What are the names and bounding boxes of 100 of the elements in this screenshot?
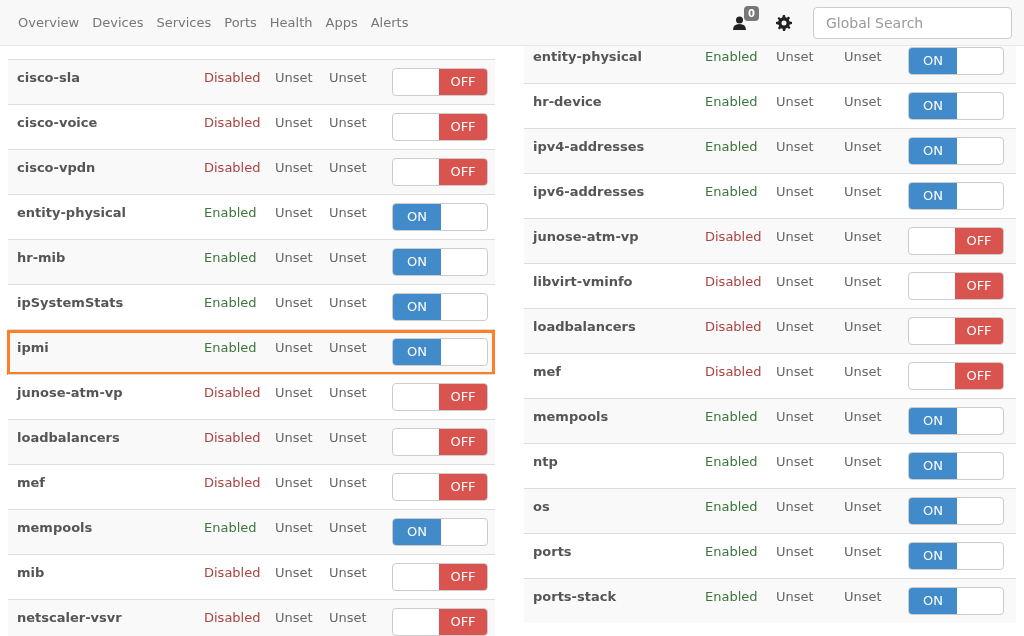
module-name: os [532,498,551,516]
toggle-switch[interactable]: ON [908,497,1004,525]
status-text: Disabled [204,69,262,87]
status-text: Enabled [204,339,258,357]
nav-link[interactable]: Health [269,12,313,33]
toggle-switch[interactable]: ON [908,182,1004,210]
status-text: Enabled [705,408,759,426]
table-cell-text: Unset [329,69,368,87]
toggle-switch[interactable]: OFF [392,113,488,141]
status-text: Disabled [705,318,763,336]
toggle-switch[interactable]: ON [392,203,488,231]
notification-count: 0 [744,5,759,21]
table-cell-text: Unset [329,339,368,357]
toggle-switch[interactable]: OFF [908,317,1004,345]
toggle-switch[interactable]: OFF [392,473,488,501]
table-cell-text: Unset [329,429,368,447]
module-name: mempools [16,519,94,537]
module-name: ipSystemStats [16,294,125,312]
nav-link[interactable]: Alerts [370,12,409,33]
toggle-switch[interactable]: ON [908,452,1004,480]
status-text: Enabled [705,93,759,111]
toggle-switch[interactable]: OFF [908,272,1004,300]
status-text: Enabled [204,294,258,312]
status-text: Disabled [705,228,763,246]
nav-link[interactable]: Devices [92,12,144,33]
status-text: Disabled [204,564,262,582]
status-text: Disabled [204,474,262,492]
table-cell-text: Unset [776,543,815,561]
toggle-switch[interactable]: ON [908,92,1004,120]
toggle-switch[interactable]: ON [392,293,488,321]
table-cell-text: Unset [776,93,815,111]
module-name: cisco-sla [16,69,81,87]
toggle-switch[interactable]: OFF [392,608,488,636]
module-name: cisco-voice [16,114,99,132]
module-name: loadbalancers [532,318,637,336]
module-name: cisco-vpdn [16,159,97,177]
table-cell-text: Unset [844,93,883,111]
table-cell-text: Unset [844,543,883,561]
toggle-switch[interactable]: OFF [908,362,1004,390]
module-name: mib [16,564,46,582]
table-cell-text: Unset [329,114,368,132]
nav-link[interactable]: Ports [224,12,257,33]
table-cell-text: Unset [776,498,815,516]
table-cell-text: Unset [844,138,883,156]
table-cell-text: Unset [275,159,314,177]
table-cell-text: Unset [329,519,368,537]
status-text: Enabled [705,138,759,156]
user-icon[interactable] [733,15,746,30]
toggle-switch[interactable]: OFF [392,428,488,456]
toggle-switch[interactable]: ON [908,407,1004,435]
status-text: Enabled [705,48,759,66]
table-cell-text: Unset [275,474,314,492]
table-cell-text: Unset [776,48,815,66]
module-name: mempools [532,408,610,426]
toggle-switch[interactable]: OFF [392,383,488,411]
module-name: hr-mib [16,249,67,267]
table-cell-text: Unset [275,519,314,537]
toggle-switch[interactable]: ON [908,47,1004,75]
table-cell-text: Unset [844,408,883,426]
toggle-switch[interactable]: ON [392,338,488,366]
status-text: Enabled [705,543,759,561]
toggle-switch[interactable]: ON [908,587,1004,615]
table-cell-text: Unset [844,183,883,201]
toggle-switch[interactable]: OFF [908,227,1004,255]
status-text: Disabled [204,159,262,177]
table-cell-text: Unset [275,69,314,87]
table-cell-text: Unset [275,204,314,222]
module-name: entity-physical [532,48,643,66]
nav-link[interactable]: Overview [18,12,80,33]
toggle-switch[interactable]: OFF [392,158,488,186]
table-cell-text: Unset [844,228,883,246]
table-cell-text: Unset [329,159,368,177]
table-cell-text: Unset [776,273,815,291]
nav-link[interactable]: Services [156,12,212,33]
nav-link[interactable]: Apps [325,12,358,33]
module-name: ports-stack [532,588,618,606]
toggle-switch[interactable]: OFF [392,563,488,591]
table-cell-text: Unset [329,384,368,402]
toggle-switch[interactable]: ON [392,518,488,546]
status-text: Disabled [204,384,262,402]
module-name: junose-atm-vp [15,384,124,402]
status-text: Disabled [204,114,262,132]
table-cell-text: Unset [329,564,368,582]
status-text: Enabled [705,183,759,201]
search-field[interactable]: Global Search [813,6,1012,39]
table-cell-text: Unset [275,114,314,132]
table-cell-text: Unset [844,498,883,516]
toggle-switch[interactable]: ON [908,137,1004,165]
table-cell-text: Unset [275,609,314,627]
table-cell-text: Unset [329,474,368,492]
module-name: entity-physical [16,204,127,222]
toggle-switch[interactable]: OFF [392,68,488,96]
module-name: ipmi [16,339,50,357]
table-cell-text: Unset [329,294,368,312]
toggle-switch[interactable]: ON [392,248,488,276]
table-cell-text: Unset [329,249,368,267]
module-name: hr-device [532,93,603,111]
settings-icon[interactable] [776,14,792,31]
status-text: Disabled [204,429,262,447]
toggle-switch[interactable]: ON [908,542,1004,570]
